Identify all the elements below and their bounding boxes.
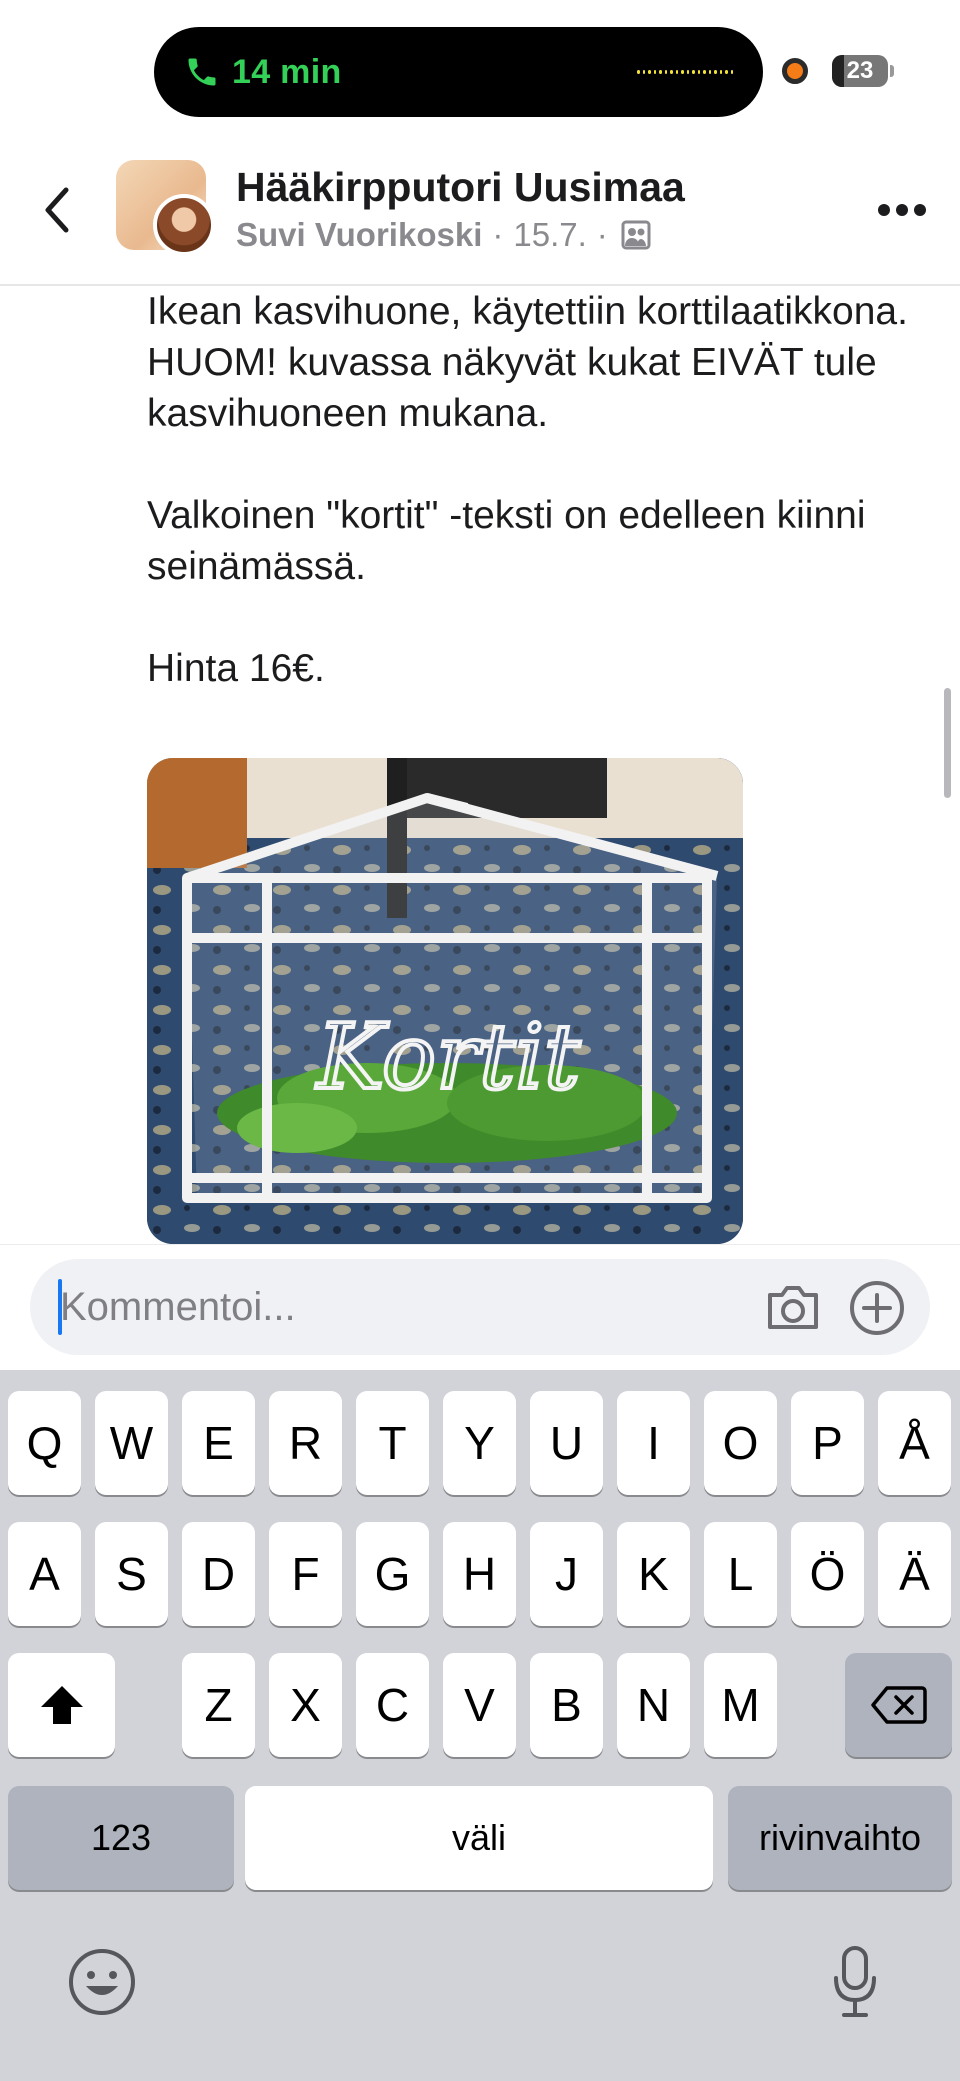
- key-u[interactable]: U: [530, 1391, 603, 1495]
- key-g[interactable]: G: [356, 1522, 429, 1626]
- post-paragraph: Hinta 16€.: [147, 647, 325, 690]
- key-m[interactable]: M: [704, 1653, 777, 1757]
- key-c[interactable]: C: [356, 1653, 429, 1757]
- emoji-icon[interactable]: [66, 1946, 138, 2018]
- phone-icon: [188, 58, 216, 86]
- microphone-icon[interactable]: [830, 1944, 880, 2020]
- key-d[interactable]: D: [182, 1522, 255, 1626]
- key-a[interactable]: A: [8, 1522, 81, 1626]
- key-w[interactable]: W: [95, 1391, 168, 1495]
- comment-placeholder: Kommentoi...: [60, 1285, 296, 1329]
- backspace-key[interactable]: [845, 1653, 952, 1757]
- post-photo[interactable]: Kortit: [147, 758, 743, 1244]
- scrollbar[interactable]: [944, 688, 951, 798]
- post-header: Hääkirpputori Uusimaa Suvi Vuorikoski · …: [0, 140, 960, 286]
- key-v[interactable]: V: [443, 1653, 516, 1757]
- author-avatar[interactable]: [153, 194, 215, 256]
- shift-key[interactable]: [8, 1653, 115, 1757]
- screen: 14 min 23 Hääkirpputori Uusimaa Suvi Vuo…: [0, 0, 960, 2081]
- key-i[interactable]: I: [617, 1391, 690, 1495]
- comment-bar: Kommentoi...: [0, 1244, 960, 1370]
- key-b[interactable]: B: [530, 1653, 603, 1757]
- key-j[interactable]: J: [530, 1522, 603, 1626]
- key-n[interactable]: N: [617, 1653, 690, 1757]
- post-date[interactable]: 15.7.: [513, 216, 586, 254]
- post-paragraph: Ikean kasvihuone, käytettiin korttilaati…: [147, 290, 908, 435]
- group-name[interactable]: Hääkirpputori Uusimaa: [236, 164, 685, 211]
- call-duration: 14 min: [232, 52, 342, 91]
- greenhouse-photo: Kortit: [147, 758, 743, 1244]
- key-q[interactable]: Q: [8, 1391, 81, 1495]
- post-paragraph: Valkoinen "kortit" -teksti on edelleen k…: [147, 494, 866, 588]
- more-options-button[interactable]: [878, 204, 926, 218]
- key-r[interactable]: R: [269, 1391, 342, 1495]
- comment-input[interactable]: Kommentoi...: [30, 1259, 930, 1355]
- post-body: Ikean kasvihuone, käytettiin korttilaati…: [147, 286, 927, 694]
- shift-icon: [40, 1686, 83, 1724]
- key-s[interactable]: S: [95, 1522, 168, 1626]
- chevron-left-icon[interactable]: [38, 180, 78, 240]
- battery-tip: [890, 65, 894, 77]
- battery-level: 23: [846, 57, 874, 84]
- key-o[interactable]: O: [704, 1391, 777, 1495]
- group-members-icon: [621, 220, 651, 250]
- call-status-pill[interactable]: 14 min: [154, 27, 763, 117]
- meta-separator: ·: [596, 216, 608, 253]
- photo-caption-text: Kortit: [315, 1005, 581, 1110]
- key-l[interactable]: L: [704, 1522, 777, 1626]
- key-a-ring[interactable]: Å: [878, 1391, 951, 1495]
- key-y[interactable]: Y: [443, 1391, 516, 1495]
- key-f[interactable]: F: [269, 1522, 342, 1626]
- post-meta: Suvi Vuorikoski · 15.7. ·: [236, 216, 652, 254]
- camera-icon[interactable]: [764, 1281, 822, 1333]
- keyboard: Q W E R T Y U I O P Å A S D F G H J K L …: [0, 1370, 960, 2081]
- key-a-umlaut[interactable]: Ä: [878, 1522, 951, 1626]
- privacy-indicator-dot: [782, 58, 808, 84]
- space-key[interactable]: väli: [245, 1786, 713, 1890]
- key-o-umlaut[interactable]: Ö: [791, 1522, 864, 1626]
- return-key[interactable]: rivinvaihto: [728, 1786, 952, 1890]
- key-p[interactable]: P: [791, 1391, 864, 1495]
- key-k[interactable]: K: [617, 1522, 690, 1626]
- battery-indicator: 23: [832, 55, 888, 87]
- audio-waveform-icon: [637, 67, 733, 77]
- key-e[interactable]: E: [182, 1391, 255, 1495]
- key-x[interactable]: X: [269, 1653, 342, 1757]
- key-h[interactable]: H: [443, 1522, 516, 1626]
- plus-circle-icon[interactable]: [848, 1279, 906, 1337]
- meta-separator: ·: [492, 216, 504, 253]
- backspace-icon: [870, 1686, 927, 1724]
- key-z[interactable]: Z: [182, 1653, 255, 1757]
- author-name[interactable]: Suvi Vuorikoski: [236, 216, 482, 254]
- key-t[interactable]: T: [356, 1391, 429, 1495]
- numbers-key[interactable]: 123: [8, 1786, 234, 1890]
